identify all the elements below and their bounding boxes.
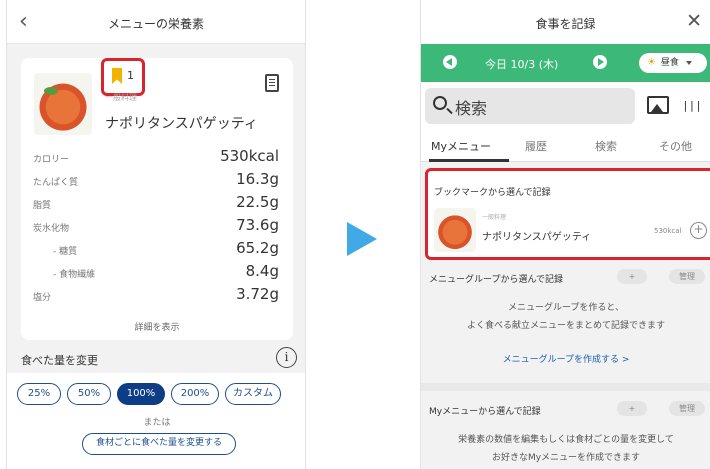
- bookmark-count: 1: [127, 69, 134, 82]
- prev-day-icon[interactable]: [443, 55, 457, 69]
- amount-50-button[interactable]: 50%: [67, 383, 111, 405]
- amount-25-button[interactable]: 25%: [17, 383, 61, 405]
- nutrient-label: - 食物繊維: [53, 270, 96, 280]
- food-photo: [34, 73, 92, 135]
- amount-custom-button[interactable]: カスタム: [225, 383, 281, 405]
- amount-panel: 25% 50% 100% 200% カスタム または 食材ごとに食べた量を変更す…: [7, 373, 305, 469]
- tab-my-menu[interactable]: Myメニュー: [431, 138, 491, 154]
- section-divider: [421, 383, 710, 391]
- nutrient-value: 530kcal: [220, 147, 279, 165]
- photo-icon[interactable]: [647, 96, 669, 114]
- nutrient-label: 脂質: [33, 201, 52, 211]
- nutrient-value: 65.2g: [236, 239, 279, 257]
- food-category: 一般料理: [105, 93, 137, 102]
- food-kcal: 530kcal: [654, 227, 682, 235]
- my-menu-header: Myメニューから選んで記録 + 管理: [421, 398, 710, 422]
- food-name: ナポリタンスパゲッティ: [105, 116, 258, 132]
- meal-label: 昼食: [660, 58, 679, 68]
- tab-other[interactable]: その他: [659, 138, 692, 154]
- search-icon: [433, 96, 447, 110]
- page-title: メニューの栄養素: [107, 17, 204, 31]
- nutrient-row: カロリー 530kcal: [21, 146, 293, 169]
- notebook-icon[interactable]: [265, 74, 279, 92]
- bookmark-highlight: 1: [101, 58, 145, 96]
- nutrition-screen: ‹ メニューの栄養素 1 一般料理 ナポリタンスパゲッティ カロリー 530kc…: [6, 0, 306, 469]
- record-meal-screen: 食事を記録 ✕ 今日 10/3 (木) ☀ 昼食 検索 ||| Myメニュー 履…: [420, 0, 710, 469]
- my-menu-desc-1: 栄養素の数値を編集もしくは食材ごとの量を変更して: [458, 435, 674, 445]
- next-day-icon[interactable]: [593, 55, 607, 69]
- amount-section-header: 食べた量を変更 i: [7, 345, 305, 371]
- search-placeholder: 検索: [455, 99, 488, 118]
- meal-selector[interactable]: ☀ 昼食: [639, 53, 707, 73]
- show-details-link[interactable]: 詳細を表示: [21, 320, 293, 333]
- amount-200-button[interactable]: 200%: [171, 383, 219, 405]
- close-icon[interactable]: ✕: [686, 10, 702, 32]
- page-title: 食事を記録: [535, 17, 596, 31]
- nutrition-header: ‹ メニューの栄養素: [7, 0, 305, 44]
- create-menu-group-link[interactable]: メニューグループを作成する >: [421, 352, 710, 365]
- menu-group-manage-button[interactable]: 管理: [669, 269, 705, 284]
- search-area: 検索 |||: [421, 82, 710, 130]
- nutrition-card: 1 一般料理 ナポリタンスパゲッティ カロリー 530kcal たんぱく質 16…: [21, 58, 293, 340]
- tab-bar: Myメニュー 履歴 検索 その他: [421, 130, 710, 162]
- nutrient-label: カロリー: [33, 155, 70, 165]
- nutrient-value: 8.4g: [245, 262, 279, 280]
- barcode-icon[interactable]: |||: [679, 95, 705, 117]
- nutrient-value: 16.3g: [236, 170, 279, 188]
- current-date: 今日 10/3 (木): [485, 58, 559, 71]
- my-menu-add-button[interactable]: +: [617, 401, 647, 416]
- my-menu-title: Myメニューから選んで記録: [429, 407, 541, 417]
- nutrient-row: - 糖質 65.2g: [21, 238, 293, 261]
- bookmark-icon[interactable]: [112, 68, 122, 84]
- food-name[interactable]: ナポリタンスパゲッティ: [482, 228, 591, 243]
- nutrient-label: - 糖質: [53, 247, 78, 257]
- nutrient-row: 塩分 3.72g: [21, 284, 293, 307]
- nutrient-row: たんぱく質 16.3g: [21, 169, 293, 192]
- menu-group-desc-2: よく食べる献立メニューをまとめて記録できます: [466, 321, 665, 331]
- amount-section-title: 食べた量を変更: [21, 354, 98, 367]
- tab-search[interactable]: 検索: [595, 138, 617, 154]
- nutrient-value: 3.72g: [236, 285, 279, 303]
- or-label: または: [143, 418, 171, 428]
- menu-group-title: メニューグループから選んで記録: [429, 275, 564, 285]
- menu-group-header: メニューグループから選んで記録 + 管理: [421, 266, 710, 290]
- tab-history[interactable]: 履歴: [525, 138, 547, 154]
- menu-group-desc-1: メニューグループを作ると、: [507, 303, 625, 313]
- search-input[interactable]: 検索: [425, 88, 635, 124]
- record-header: 食事を記録 ✕: [421, 0, 710, 44]
- nutrient-value: 73.6g: [236, 216, 279, 234]
- info-icon[interactable]: i: [276, 347, 297, 368]
- nutrient-label: 塩分: [33, 293, 52, 303]
- food-photo: [434, 208, 476, 252]
- nutrient-value: 22.5g: [236, 193, 279, 211]
- bookmark-section: ブックマークから選んで記録 一般料理 ナポリタンスパゲッティ 530kcal +: [425, 168, 710, 260]
- amount-options: 25% 50% 100% 200% カスタム: [17, 383, 305, 407]
- nutrient-row: 脂質 22.5g: [21, 192, 293, 215]
- amount-100-button[interactable]: 100%: [117, 383, 165, 405]
- my-menu-manage-button[interactable]: 管理: [669, 401, 705, 416]
- menu-group-add-button[interactable]: +: [617, 269, 647, 284]
- active-tab-indicator: [429, 159, 509, 162]
- my-menu-desc-2: お好きなMyメニューを作成できます: [491, 453, 641, 463]
- nutrient-label: 炭水化物: [33, 224, 70, 234]
- date-bar: 今日 10/3 (木) ☀ 昼食: [421, 44, 710, 82]
- sun-icon: ☀: [647, 57, 656, 68]
- add-icon[interactable]: +: [690, 222, 707, 239]
- food-category: 一般料理: [482, 214, 507, 221]
- change-by-ingredient-button[interactable]: 食材ごとに食べた量を変更する: [82, 433, 236, 455]
- chevron-down-icon: [685, 60, 692, 65]
- nutrient-row: 炭水化物 73.6g: [21, 215, 293, 238]
- nutrient-row: - 食物繊維 8.4g: [21, 261, 293, 284]
- next-step-arrow-icon: [347, 222, 377, 256]
- nutrient-label: たんぱく質: [33, 178, 79, 188]
- bookmark-section-title: ブックマークから選んで記録: [434, 188, 551, 198]
- tutorial-screenshot: ‹ メニューの栄養素 1 一般料理 ナポリタンスパゲッティ カロリー 530kc…: [0, 0, 710, 469]
